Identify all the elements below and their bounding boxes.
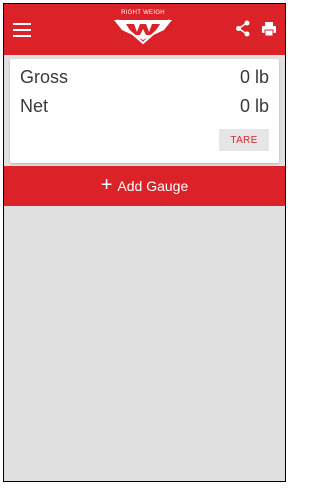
- app-header: RIGHT WEIGH: [4, 4, 285, 55]
- net-value: 0 lb: [239, 96, 269, 116]
- menu-icon[interactable]: [13, 22, 31, 37]
- print-icon[interactable]: [261, 21, 277, 37]
- app-frame: RIGHT WEIGH Gross 0 lb Net 0 lb TARE + A…: [3, 3, 286, 482]
- tare-button[interactable]: TARE: [219, 129, 269, 151]
- gross-value: 0 lb: [239, 67, 269, 87]
- add-gauge-label: Add Gauge: [117, 178, 189, 194]
- brand-text: RIGHT WEIGH: [121, 10, 165, 16]
- share-icon[interactable]: [235, 20, 251, 37]
- net-row: Net 0 lb: [20, 96, 269, 117]
- weight-card: Gross 0 lb Net 0 lb TARE: [10, 59, 279, 163]
- plus-icon: +: [100, 174, 113, 196]
- net-label: Net: [20, 96, 49, 116]
- gross-row: Gross 0 lb: [20, 67, 269, 88]
- add-gauge-button[interactable]: + Add Gauge: [4, 166, 285, 206]
- gross-label: Gross: [20, 67, 69, 87]
- brand-logo: RIGHT WEIGH: [112, 10, 174, 48]
